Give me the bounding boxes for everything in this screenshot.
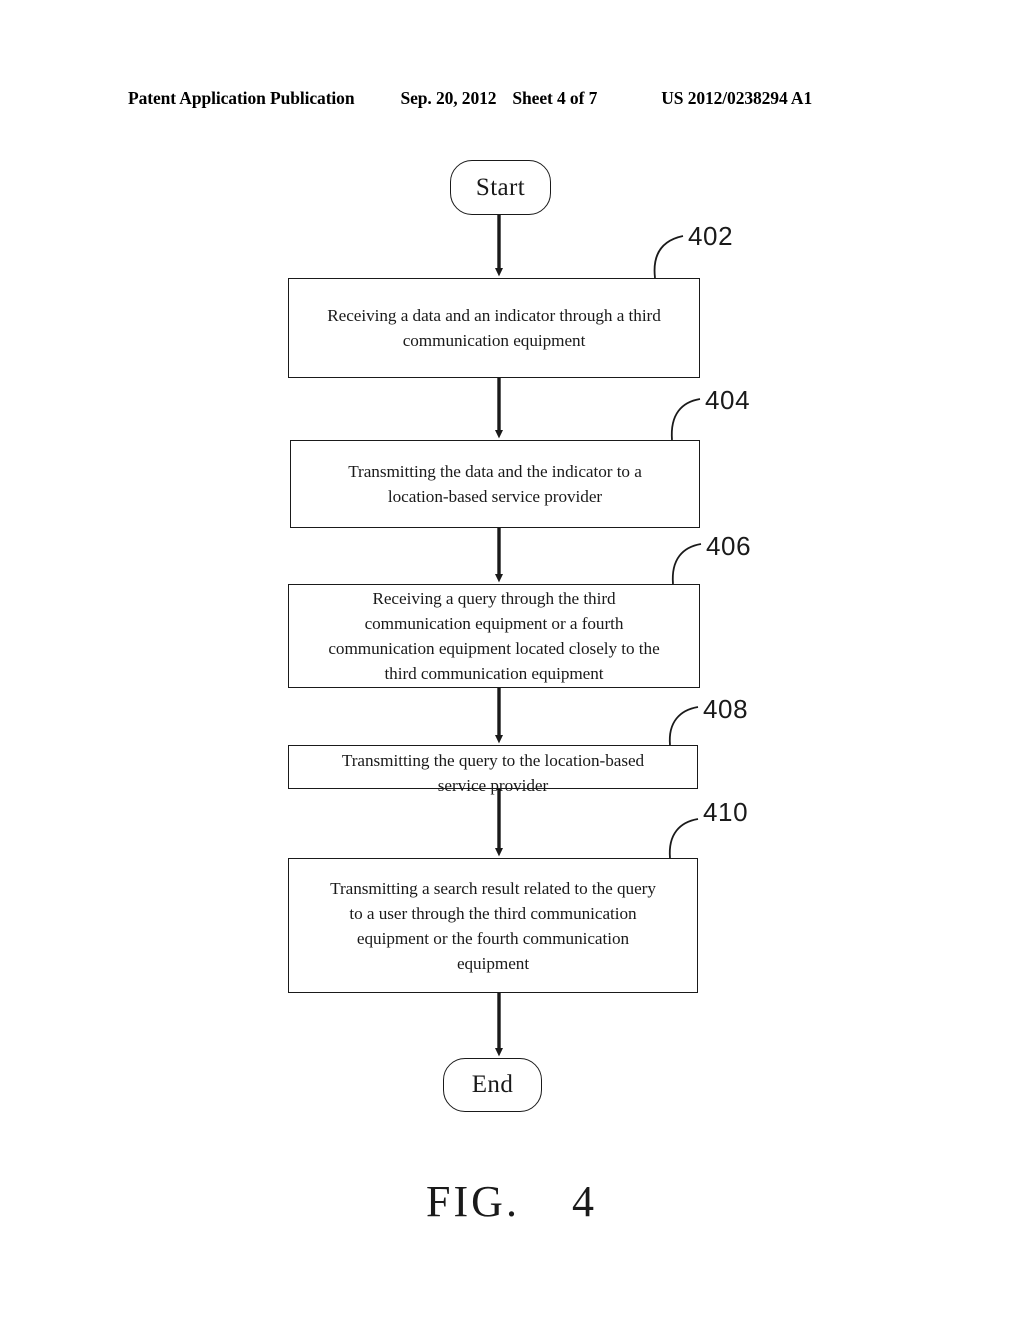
figure-caption: FIG. 4 (0, 1176, 1024, 1227)
step-410-text: Transmitting a search result related to … (330, 878, 656, 973)
step-406-text: Receiving a query through the third comm… (328, 589, 660, 683)
reference-numeral-402: 402 (688, 221, 734, 251)
reference-numeral-406: 406 (706, 531, 752, 561)
leader-line-404 (670, 398, 701, 441)
start-node-label: Start (475, 173, 526, 201)
leader-line-410 (668, 818, 699, 859)
leader-line-402 (653, 235, 684, 279)
flowchart-step-408: Transmitting the query to the location-b… (288, 745, 698, 795)
reference-numeral-410: 410 (703, 797, 749, 827)
flowchart-step-404: Transmitting the data and the indicator … (290, 440, 700, 528)
flowchart-end-node: End (443, 1058, 542, 1112)
flowchart-step-410: Transmitting a search result related to … (288, 858, 698, 993)
reference-numeral-404: 404 (705, 385, 751, 415)
leader-line-406 (671, 543, 702, 585)
figure-caption-word: FIG. (426, 1177, 520, 1226)
figure-caption-number: 4 (571, 1177, 598, 1226)
reference-numeral-408: 408 (703, 694, 749, 724)
leader-line-408 (668, 706, 699, 746)
flowchart-step-406: Receiving a query through the third comm… (288, 584, 700, 688)
flowchart-diagram: Start Receiving a data and an indicator … (0, 0, 1024, 1320)
step-408-text: Transmitting the query to the location-b… (341, 751, 645, 795)
step-404-text: Transmitting the data and the indicator … (348, 462, 642, 506)
step-402-text: Receiving a data and an indicator throug… (327, 306, 661, 350)
end-node-label: End (471, 1071, 514, 1098)
flowchart-step-402: Receiving a data and an indicator throug… (288, 278, 700, 378)
flowchart-start-node: Start (450, 160, 551, 215)
